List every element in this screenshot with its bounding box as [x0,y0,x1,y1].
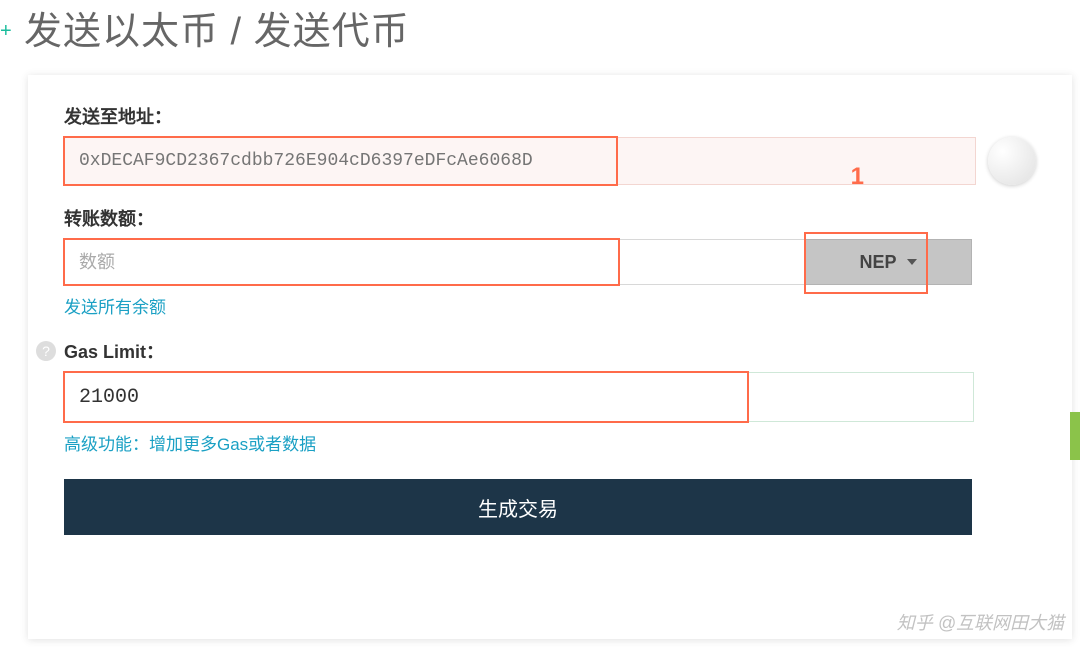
token-selected-label: NEP [859,252,896,273]
address-field-group: 发送至地址： 1 [64,103,1036,185]
send-form: 发送至地址： 1 转账数额： NEP 发送所有余额 ? [28,75,1072,639]
annotation-marker-1: 1 [851,163,864,191]
address-input[interactable] [64,137,976,185]
watermark-text: 知乎 @互联网田大猫 [897,609,1064,635]
amount-field-group: 转账数额： NEP 发送所有余额 [64,205,1036,318]
gas-limit-input[interactable] [64,372,974,422]
identicon-icon [988,137,1036,185]
new-tx-icon: + [0,20,12,43]
generate-transaction-button[interactable]: 生成交易 [64,479,972,535]
token-dropdown[interactable]: NEP [804,239,972,285]
amount-label: 转账数额： [64,205,1036,231]
side-accent-bar [1070,412,1080,460]
send-all-link[interactable]: 发送所有余额 [64,293,166,318]
help-icon[interactable]: ? [36,341,56,361]
amount-input[interactable] [64,239,804,285]
amount-input-wrapper [64,239,804,285]
address-row [64,137,1036,185]
gas-label: Gas Limit： [64,338,164,364]
gas-field-group: ? Gas Limit： 高级功能：增加更多Gas或者数据 [64,338,1036,455]
address-label: 发送至地址： [64,103,1036,129]
chevron-down-icon [907,259,917,265]
page-title: 发送以太币 / 发送代币 [24,0,410,55]
gas-input-wrapper [64,372,974,422]
advanced-gas-link[interactable]: 高级功能：增加更多Gas或者数据 [64,430,316,455]
amount-row: NEP [64,239,972,285]
address-input-wrapper [64,137,976,185]
